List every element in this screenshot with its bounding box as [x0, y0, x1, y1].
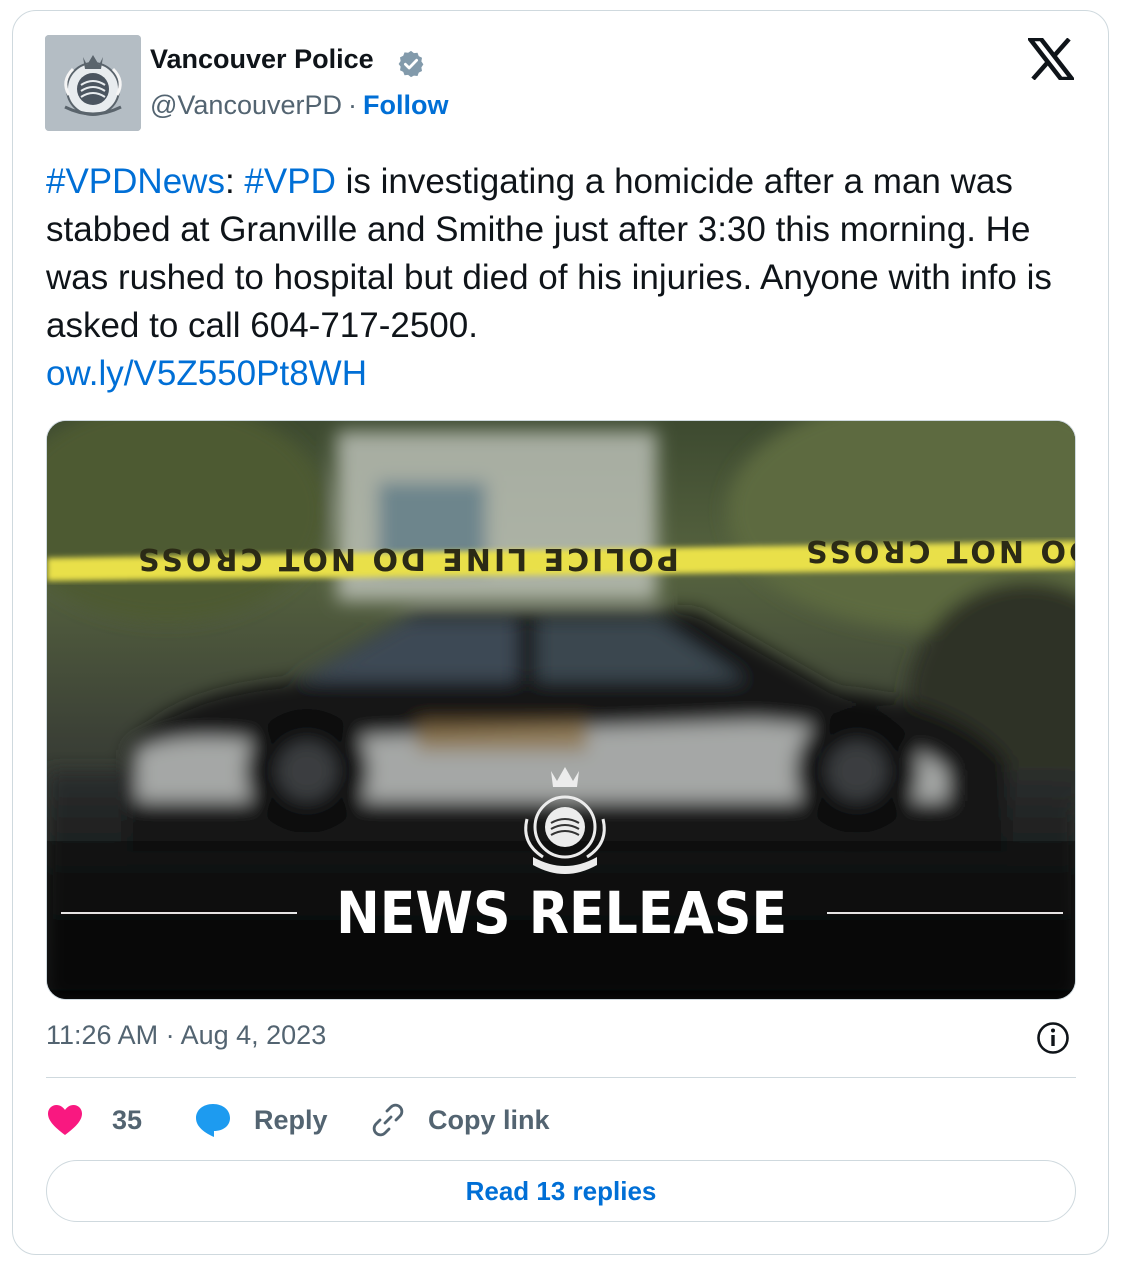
like-button[interactable]: 35 [46, 1098, 142, 1142]
divider-left [61, 912, 298, 914]
read-replies-label: Read 13 replies [465, 1175, 657, 1206]
author-handle-line: @VancouverPD · Follow [150, 90, 448, 121]
link-icon [372, 1103, 404, 1137]
action-bar: 35 Reply Copy link [46, 1098, 1076, 1142]
tape-text-left: POLICE LINE DO NOT CROSS [135, 541, 679, 576]
verified-badge-icon [398, 50, 424, 78]
tweet-text: #VPDNews: #VPD is investigating a homici… [46, 158, 1086, 398]
like-count: 35 [112, 1104, 143, 1135]
copy-link-button[interactable]: Copy link [370, 1098, 550, 1142]
follow-button[interactable]: Follow [363, 90, 448, 120]
reply-label: Reply [254, 1104, 328, 1135]
heart-icon [48, 1105, 82, 1135]
divider-right [826, 912, 1063, 914]
tape-text-right: DO NOT CROSS [803, 533, 1076, 568]
hashtag-vpd[interactable]: #VPD [244, 162, 335, 201]
news-release-title: NEWS RELEASE [336, 879, 788, 947]
info-icon[interactable] [1036, 1021, 1070, 1055]
vpd-crest-icon [524, 767, 606, 874]
author-avatar[interactable] [45, 35, 141, 131]
tweet-timestamp[interactable]: 11:26 AM · Aug 4, 2023 [46, 1020, 326, 1051]
author-handle[interactable]: @VancouverPD [150, 90, 342, 120]
media-image[interactable]: POLICE LINE DO NOT CROSS DO NOT CROSS NE… [46, 420, 1076, 1000]
tweet-colon: : [224, 162, 235, 201]
copy-link-label: Copy link [428, 1104, 550, 1135]
read-replies-button[interactable]: Read 13 replies [46, 1160, 1076, 1222]
reply-bubble-icon [196, 1104, 230, 1137]
x-logo-icon[interactable] [1028, 38, 1074, 80]
tweet-link[interactable]: ow.ly/V5Z550Pt8WH [46, 354, 367, 393]
news-release-banner: NEWS RELEASE [47, 873, 1075, 953]
hashtag-vpdnews[interactable]: #VPDNews [46, 162, 225, 201]
reply-button[interactable]: Reply [194, 1098, 328, 1142]
footer-divider [46, 1077, 1076, 1078]
separator-dot: · [348, 90, 357, 120]
vpd-crest-icon [45, 35, 141, 131]
author-name[interactable]: Vancouver Police [150, 44, 374, 75]
